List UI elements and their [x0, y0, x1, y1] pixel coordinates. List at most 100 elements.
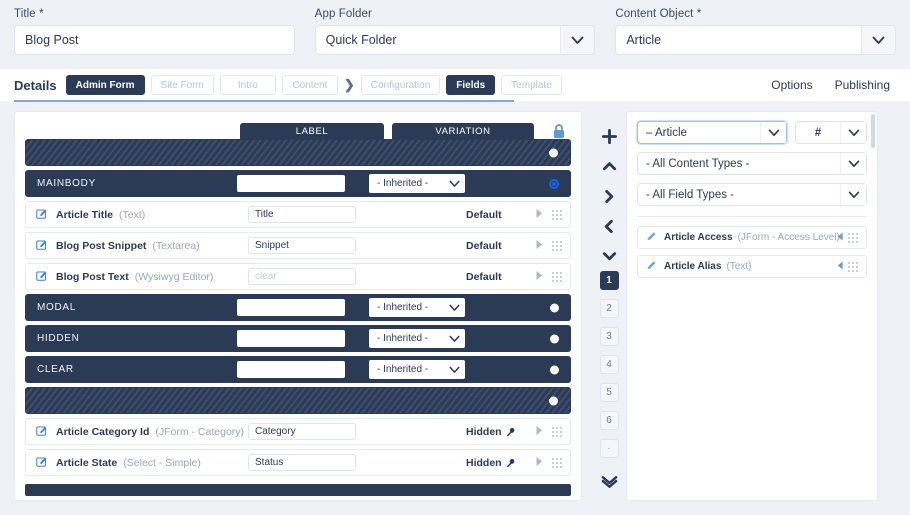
edit-pencil-icon[interactable]: [36, 454, 47, 472]
section-label-input[interactable]: [237, 175, 345, 192]
sidebar-filter-row: – Article #: [637, 121, 867, 144]
chevron-right-icon[interactable]: [535, 268, 544, 286]
drag-handle-icon[interactable]: [552, 457, 562, 468]
chevron-right-icon[interactable]: [535, 206, 544, 224]
column-header-variation: VARIATION: [392, 123, 534, 139]
edit-pencil-icon[interactable]: [36, 206, 47, 224]
field-types-filter-select[interactable]: - All Field Types -: [637, 183, 867, 206]
section-variation-select[interactable]: - Inherited -: [369, 329, 465, 348]
row-status-dot[interactable]: [550, 334, 559, 343]
content-types-filter-select[interactable]: - All Content Types -: [637, 152, 867, 175]
content-object-select[interactable]: Article: [615, 25, 897, 55]
row-status-dot[interactable]: [550, 303, 559, 312]
item-name: Article Access: [664, 232, 733, 243]
chevron-down-icon[interactable]: [760, 122, 786, 143]
table-row-blog-post-text[interactable]: Blog Post Text (Wysiwyg Editor) clear De…: [25, 263, 571, 290]
chevron-down-icon[interactable]: [840, 184, 866, 205]
chevron-left-icon[interactable]: [836, 258, 844, 276]
page-button-6[interactable]: 6: [599, 411, 619, 430]
row-status-dot[interactable]: [549, 396, 558, 405]
move-right-button[interactable]: [596, 181, 622, 211]
row-status-dot[interactable]: [550, 365, 559, 374]
sidebar-scrollbar[interactable]: [871, 114, 875, 148]
field-status: Default: [466, 271, 502, 283]
table-row-article-title[interactable]: Article Title (Text) Title Default: [25, 201, 571, 228]
page-button-3[interactable]: 3: [599, 327, 619, 346]
page-button-more[interactable]: ·: [599, 439, 619, 458]
drag-handle-icon[interactable]: [552, 426, 562, 437]
chevron-left-icon[interactable]: [836, 229, 844, 247]
drag-handle-icon[interactable]: [848, 261, 858, 272]
app-folder-select[interactable]: Quick Folder: [314, 25, 596, 55]
table-row-striped[interactable]: [25, 387, 571, 414]
tab-fields[interactable]: Fields: [446, 75, 496, 95]
page-button-1[interactable]: 1: [599, 271, 619, 290]
chevron-down-icon[interactable]: [840, 122, 866, 143]
chevron-down-icon[interactable]: [560, 26, 595, 54]
section-label-input[interactable]: [237, 330, 345, 347]
move-down-button[interactable]: [596, 241, 622, 271]
field-label-input[interactable]: Status: [248, 454, 356, 471]
table-row-section-clear[interactable]: CLEAR - Inherited -: [25, 356, 571, 383]
add-field-button[interactable]: [596, 121, 622, 151]
edit-pencil-icon[interactable]: [36, 423, 47, 441]
edit-pencil-icon[interactable]: [646, 229, 657, 247]
chevron-down-icon[interactable]: [840, 153, 866, 174]
content-object-field-group: Content Object * Article: [615, 8, 897, 55]
edit-pencil-icon[interactable]: [36, 268, 47, 286]
section-variation-select[interactable]: - Inherited -: [369, 360, 465, 379]
section-label-input[interactable]: [237, 361, 345, 378]
move-left-button[interactable]: [596, 211, 622, 241]
chevron-right-icon[interactable]: [535, 423, 544, 441]
tab-intro[interactable]: Intro: [219, 75, 276, 95]
link-options[interactable]: Options: [771, 78, 812, 92]
field-label-input[interactable]: Title: [248, 206, 356, 223]
link-publishing[interactable]: Publishing: [835, 78, 890, 92]
edit-pencil-icon[interactable]: [36, 237, 47, 255]
table-row-section-hidden[interactable]: HIDDEN - Inherited -: [25, 325, 571, 352]
section-label-input[interactable]: [237, 299, 345, 316]
row-status-dot[interactable]: [549, 148, 558, 157]
field-label-input[interactable]: Snippet: [248, 237, 356, 254]
row-status-dot-selected[interactable]: [549, 178, 559, 189]
edit-pencil-icon[interactable]: [646, 258, 657, 276]
double-chevron-down-icon[interactable]: [596, 467, 622, 497]
top-form-row: Title * Blog Post App Folder Quick Folde…: [0, 0, 910, 55]
page-button-2[interactable]: 2: [599, 299, 619, 318]
table-row-striped[interactable]: [25, 139, 571, 166]
chevron-right-icon[interactable]: [535, 454, 544, 472]
list-item-article-access[interactable]: Article Access (JForm - Access Level): [637, 226, 867, 249]
table-row-blog-post-snippet[interactable]: Blog Post Snippet (Textarea) Snippet Def…: [25, 232, 571, 259]
section-variation-select[interactable]: - Inherited -: [369, 298, 465, 317]
field-type: (Text): [119, 208, 146, 221]
drag-handle-icon[interactable]: [552, 240, 562, 251]
field-type: (JForm - Category): [155, 425, 245, 438]
chevron-down-icon[interactable]: [861, 26, 896, 54]
tab-template[interactable]: Template: [501, 75, 562, 95]
tab-admin-form[interactable]: Admin Form: [65, 75, 145, 95]
drag-handle-icon[interactable]: [552, 271, 562, 282]
list-item-article-alias[interactable]: Article Alias (Text): [637, 255, 867, 278]
page-button-5[interactable]: 5: [599, 383, 619, 402]
hash-filter-value: #: [814, 126, 822, 139]
tab-content[interactable]: Content: [281, 75, 338, 95]
field-label-input[interactable]: clear: [248, 268, 356, 285]
object-filter-select[interactable]: – Article: [637, 121, 787, 144]
table-row-article-category-id[interactable]: Article Category Id (JForm - Category) C…: [25, 418, 571, 445]
hash-filter-select[interactable]: #: [795, 121, 867, 144]
wrench-icon: [506, 427, 514, 436]
move-up-button[interactable]: [596, 151, 622, 181]
tab-site-form[interactable]: Site Form: [150, 75, 214, 95]
tab-configuration[interactable]: Configuration: [360, 75, 441, 95]
sidebar-tool-column: 1 2 3 4 5 6 ·: [592, 111, 626, 501]
field-label-input[interactable]: Category: [248, 423, 356, 440]
table-row-section-mainbody[interactable]: MAINBODY - Inherited -: [25, 170, 571, 197]
drag-handle-icon[interactable]: [848, 232, 858, 243]
table-row-article-state[interactable]: Article State (Select - Simple) Status H…: [25, 449, 571, 476]
chevron-right-icon[interactable]: [535, 237, 544, 255]
title-input[interactable]: Blog Post: [14, 25, 295, 55]
page-button-4[interactable]: 4: [599, 355, 619, 374]
drag-handle-icon[interactable]: [552, 209, 562, 220]
table-row-section-modal[interactable]: MODAL - Inherited -: [25, 294, 571, 321]
section-variation-select[interactable]: - Inherited -: [369, 174, 465, 193]
